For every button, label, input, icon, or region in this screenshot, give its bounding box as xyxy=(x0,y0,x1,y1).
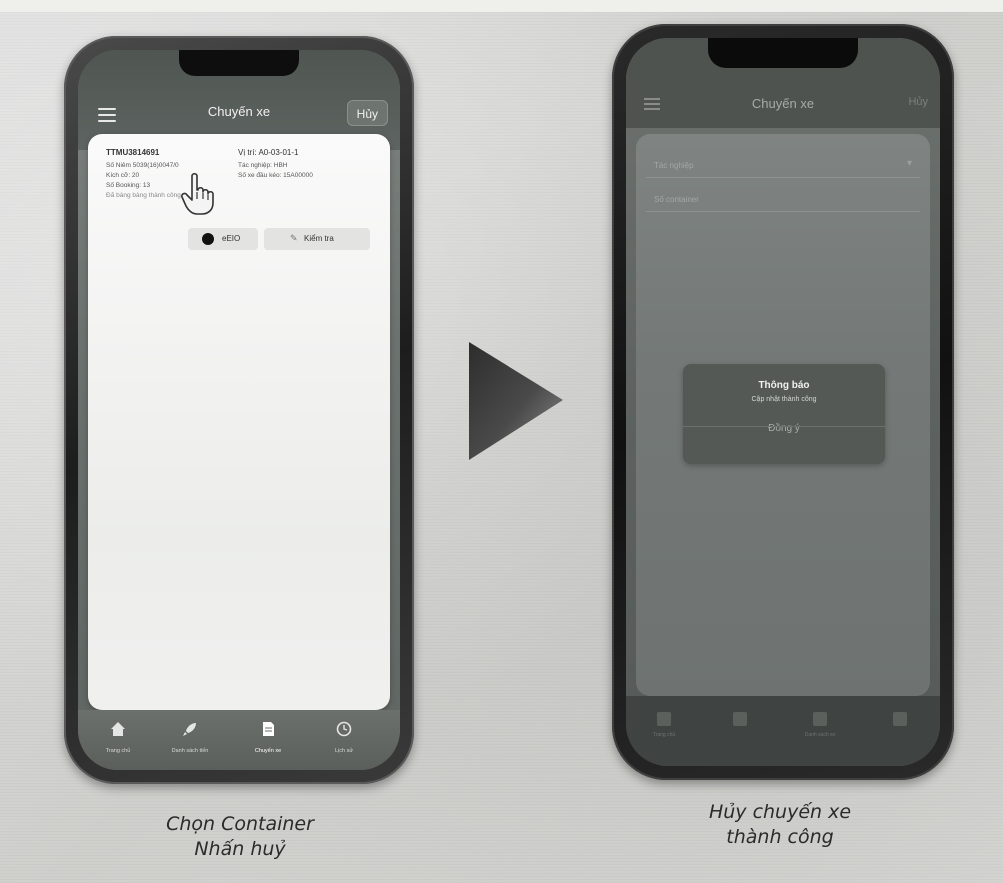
tab-trip[interactable]: Chuyến xe xyxy=(238,720,298,754)
chart-icon xyxy=(893,712,907,726)
chevron-down-icon: ▾ xyxy=(906,158,912,169)
right-caption-line-1: Hủy chuyến xe xyxy=(708,801,852,823)
dialog-divider xyxy=(683,426,885,427)
right-caption-line-2: thành công xyxy=(726,826,834,848)
tab-home[interactable]: Trang chủ xyxy=(634,712,694,738)
tab-trucks[interactable]: Danh sách xe xyxy=(790,712,850,738)
home-icon xyxy=(657,712,671,726)
tab-history-label: Lịch sử xyxy=(334,748,354,754)
container-size: Kích cỡ: 20 xyxy=(106,172,140,179)
container-number-input[interactable]: Số container xyxy=(646,186,920,212)
bottom-tab-bar: Trang chủ Danh sách xe xyxy=(626,696,940,766)
tab-list-label: Danh sách tiến xyxy=(171,748,209,754)
notification-dialog: Thông báo Cập nhật thành công Đồng ý xyxy=(683,364,885,464)
check-label: Kiểm tra xyxy=(304,234,334,243)
container-seal: Số Niêm 5039(16)0047/0 xyxy=(106,162,179,169)
dialog-ok-button[interactable]: Đồng ý xyxy=(683,423,885,434)
business-select-label: Tác nghiệp xyxy=(654,161,694,170)
business-select[interactable]: Tác nghiệp ▾ xyxy=(646,152,920,178)
check-button[interactable]: ✎ Kiểm tra xyxy=(264,228,370,250)
container-status: Đã bàng bàng thành công xyxy=(106,192,181,199)
grid-icon xyxy=(733,712,747,726)
header-title: Chuyến xe xyxy=(751,96,815,111)
document-icon xyxy=(263,722,274,736)
grid-icon xyxy=(813,712,827,726)
left-phone: Chuyến xe Hủy TTMU3814691 Số Niêm 5039(1… xyxy=(64,36,414,784)
pencil-icon: ✎ xyxy=(290,233,298,243)
eeio-label: eEIO xyxy=(222,234,241,243)
eeio-icon xyxy=(202,233,214,245)
phone-notch xyxy=(708,38,858,68)
tab-trip-label: Chuyến xe xyxy=(254,748,282,754)
tab-list[interactable]: Danh sách tiến xyxy=(160,720,220,754)
container-position: Vị trí: A0-03-01-1 xyxy=(238,148,299,157)
eeio-button[interactable]: eEIO xyxy=(188,228,258,250)
right-phone-screen: Chuyến xe Hủy Tác nghiệp ▾ Số container … xyxy=(626,38,940,766)
dialog-title: Thông báo xyxy=(758,380,810,391)
right-phone: Chuyến xe Hủy Tác nghiệp ▾ Số container … xyxy=(612,24,954,780)
container-number-label: Số container xyxy=(654,195,699,204)
tab-home-label: Trang chủ xyxy=(652,732,676,738)
left-caption: Chọn Container Nhấn huỷ xyxy=(90,812,390,862)
tab-home-label: Trang chủ xyxy=(105,748,131,754)
tab-list[interactable] xyxy=(710,712,770,732)
phone-notch xyxy=(179,50,299,76)
left-phone-screen: Chuyến xe Hủy TTMU3814691 Số Niêm 5039(1… xyxy=(78,50,400,770)
bottom-tab-bar: Trang chủ Danh sách tiến Chuyến xe Lịch … xyxy=(78,710,400,770)
tab-home[interactable]: Trang chủ xyxy=(88,720,148,754)
home-icon xyxy=(111,722,125,736)
hand-pointer-icon xyxy=(181,172,214,215)
cancel-button[interactable]: Hủy xyxy=(346,100,388,126)
container-booking: Số Booking: 13 xyxy=(106,182,151,189)
clock-icon xyxy=(336,721,352,737)
left-caption-line-1: Chọn Container xyxy=(166,813,314,835)
tab-history[interactable]: Lịch sử xyxy=(314,720,374,754)
container-card[interactable]: TTMU3814691 Số Niêm 5039(16)0047/0 Kích … xyxy=(88,134,390,710)
cancel-button[interactable]: Hủy xyxy=(908,96,928,108)
play-arrow-icon xyxy=(469,342,563,460)
tab-trucks-label: Danh sách xe xyxy=(804,732,836,738)
left-caption-line-2: Nhấn huỷ xyxy=(194,838,286,860)
top-edge xyxy=(0,0,1003,12)
tab-history[interactable] xyxy=(870,712,930,732)
rocket-icon xyxy=(183,723,196,736)
right-caption: Hủy chuyến xe thành công xyxy=(630,800,930,850)
container-id: TTMU3814691 xyxy=(106,148,160,157)
container-business: Tác nghiệp: HBH xyxy=(238,162,288,169)
dialog-message: Cập nhật thành công xyxy=(751,396,817,403)
container-truck: Số xe đầu kéo: 15A00000 xyxy=(238,172,313,179)
